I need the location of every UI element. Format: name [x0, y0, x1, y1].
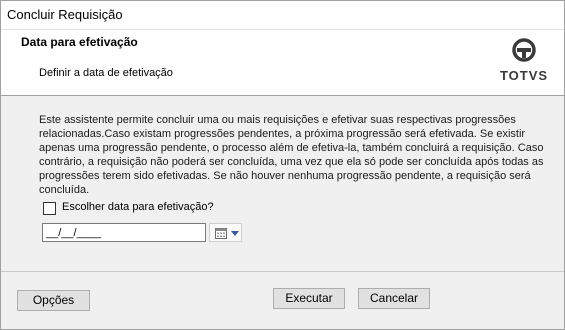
title-bar[interactable]: Concluir Requisição — [1, 1, 564, 29]
choose-date-label[interactable]: Escolher data para efetivação? — [62, 201, 214, 213]
date-picker-button[interactable] — [209, 223, 242, 242]
step-title: Data para efetivação — [21, 35, 138, 49]
date-field[interactable]: __/__/____ — [42, 223, 206, 242]
window-title: Concluir Requisição — [7, 7, 123, 22]
description-text: Este assistente permite concluir uma ou … — [39, 114, 544, 196]
totvs-logo: TOTVS — [498, 38, 550, 88]
totvs-logo-icon — [512, 38, 536, 62]
step-subtitle: Definir a data de efetivação — [39, 67, 173, 79]
date-field-value: __/__/____ — [46, 227, 102, 239]
options-button[interactable]: Opções — [17, 290, 90, 311]
dialog-window: Concluir Requisição Data para efetivação… — [0, 0, 565, 330]
chevron-down-icon — [231, 231, 239, 236]
execute-button[interactable]: Executar — [273, 288, 345, 309]
footer-divider — [1, 271, 564, 272]
wizard-header: Data para efetivação Definir a data de e… — [1, 29, 564, 96]
logo-text: TOTVS — [499, 68, 549, 83]
choose-date-checkbox[interactable] — [43, 202, 56, 215]
calendar-icon — [215, 228, 227, 239]
cancel-button[interactable]: Cancelar — [358, 288, 430, 309]
